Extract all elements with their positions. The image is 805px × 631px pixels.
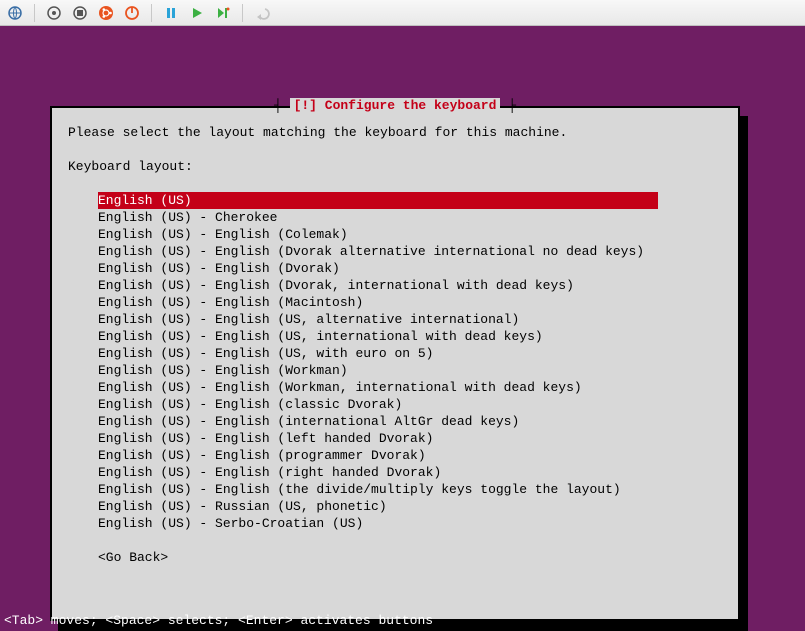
layout-option[interactable]: English (US) - English (international Al… xyxy=(98,413,722,430)
separator xyxy=(151,4,152,22)
layout-option[interactable]: English (US) - Russian (US, phonetic) xyxy=(98,498,722,515)
layout-option[interactable]: English (US) - English (Colemak) xyxy=(98,226,722,243)
layout-option[interactable]: English (US) - English (Dvorak) xyxy=(98,260,722,277)
dialog-title-row: ┤ [!] Configure the keyboard ├ xyxy=(52,97,738,114)
dialog-frame-left: ┤ xyxy=(274,98,290,113)
circle-dot-icon[interactable] xyxy=(45,4,63,22)
layout-option[interactable]: English (US) - English (right handed Dvo… xyxy=(98,464,722,481)
console-area: ┤ [!] Configure the keyboard ├ Please se… xyxy=(0,26,805,631)
layout-option[interactable]: English (US) - English (programmer Dvora… xyxy=(98,447,722,464)
play-step-icon[interactable] xyxy=(214,4,232,22)
undo-icon[interactable] xyxy=(253,4,271,22)
go-back-button[interactable]: <Go Back> xyxy=(98,549,722,566)
layout-option[interactable]: English (US) - English (Macintosh) xyxy=(98,294,722,311)
pause-icon[interactable] xyxy=(162,4,180,22)
prompt-text: Please select the layout matching the ke… xyxy=(68,124,722,141)
record-icon[interactable] xyxy=(71,4,89,22)
layout-option[interactable]: English (US) - English (Workman, interna… xyxy=(98,379,722,396)
help-bar: <Tab> moves; <Space> selects; <Enter> ac… xyxy=(0,611,805,631)
layout-option[interactable]: English (US) - Serbo-Croatian (US) xyxy=(98,515,722,532)
layout-option[interactable]: English (US) - English (Dvorak, internat… xyxy=(98,277,722,294)
layout-option[interactable]: English (US) - English (classic Dvorak) xyxy=(98,396,722,413)
play-icon[interactable] xyxy=(188,4,206,22)
layout-option[interactable]: English (US) - English (Workman) xyxy=(98,362,722,379)
label-text: Keyboard layout: xyxy=(68,158,722,175)
configure-keyboard-dialog: ┤ [!] Configure the keyboard ├ Please se… xyxy=(50,106,740,621)
vm-toolbar xyxy=(0,0,805,26)
dialog-frame-right: ├ xyxy=(500,98,516,113)
layout-option[interactable]: English (US) - English (Dvorak alternati… xyxy=(98,243,722,260)
layout-option[interactable]: English (US) - English (the divide/multi… xyxy=(98,481,722,498)
globe-icon[interactable] xyxy=(6,4,24,22)
layout-option[interactable]: English (US) - English (left handed Dvor… xyxy=(98,430,722,447)
layout-option[interactable]: English (US) xyxy=(98,192,658,209)
power-icon[interactable] xyxy=(123,4,141,22)
separator xyxy=(242,4,243,22)
ubuntu-icon[interactable] xyxy=(97,4,115,22)
layout-option[interactable]: English (US) - Cherokee xyxy=(98,209,722,226)
separator xyxy=(34,4,35,22)
layout-option[interactable]: English (US) - English (US, alternative … xyxy=(98,311,722,328)
layout-option[interactable]: English (US) - English (US, internationa… xyxy=(98,328,722,345)
keyboard-layout-list[interactable]: English (US)English (US) - CherokeeEngli… xyxy=(98,192,722,532)
dialog-title: [!] Configure the keyboard xyxy=(290,98,501,113)
layout-option[interactable]: English (US) - English (US, with euro on… xyxy=(98,345,722,362)
